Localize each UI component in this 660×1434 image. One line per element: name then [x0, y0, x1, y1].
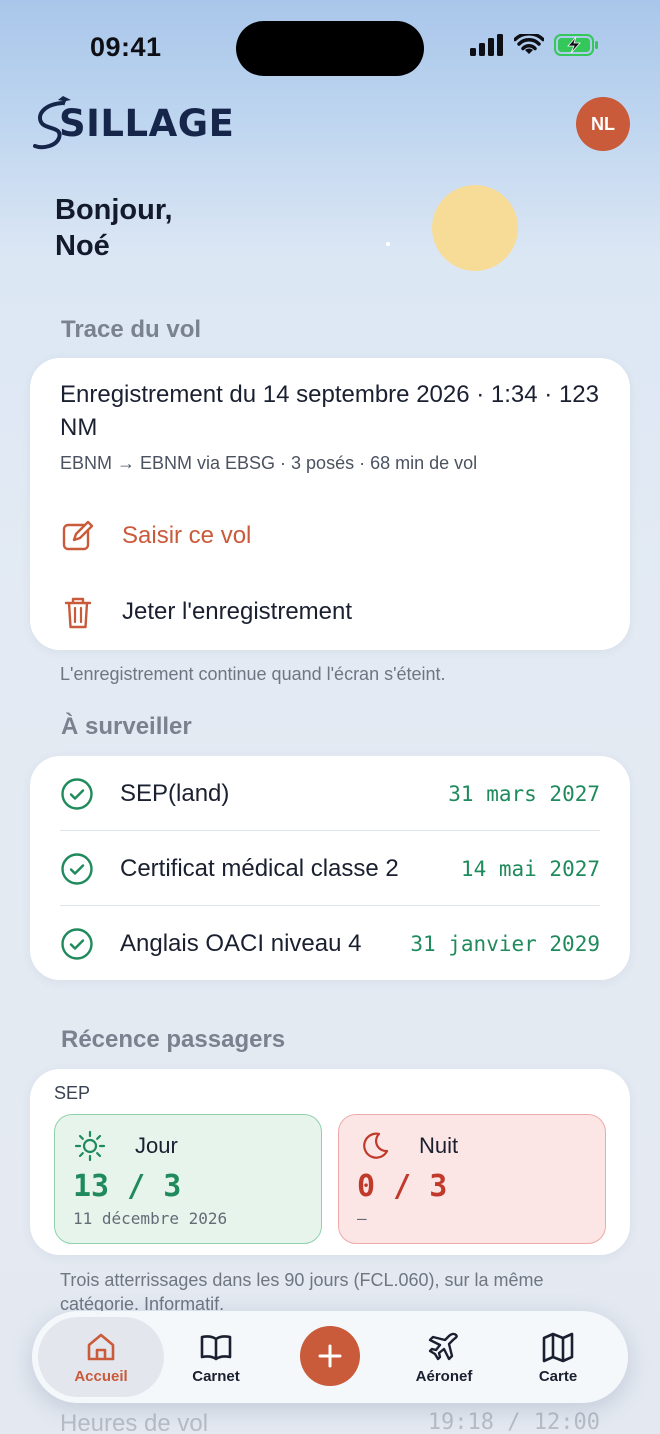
day-value: 13 / 3 — [73, 1169, 182, 1204]
map-icon — [542, 1332, 574, 1362]
tab-home[interactable]: Accueil — [38, 1311, 164, 1403]
tab-home-label: Accueil — [74, 1367, 128, 1385]
check-circle-icon — [61, 852, 93, 885]
avatar[interactable]: NL — [576, 97, 630, 151]
watch-item[interactable]: SEP(land) 31 mars 2027 — [60, 756, 600, 831]
night-value: 0 / 3 — [357, 1169, 448, 1204]
flight-hours-row: Heures de vol 19:18 / 12:00 — [60, 1410, 600, 1434]
airplane-icon — [428, 1332, 458, 1360]
tab-aircraft[interactable]: Aéronef — [388, 1311, 500, 1403]
add-flight-button[interactable] — [300, 1326, 360, 1386]
flight-hours-label: Heures de vol — [60, 1410, 209, 1434]
passengers-note: Trois atterrissages dans les 90 jours (F… — [60, 1270, 544, 1314]
passengers-card: SEP Jour 13 / 3 11 décembre 2026 Nuit 0 … — [30, 1069, 630, 1255]
day-recency-tile[interactable]: Jour 13 / 3 11 décembre 2026 — [54, 1114, 322, 1244]
passengers-category: SEP — [54, 1083, 91, 1103]
status-icons — [470, 34, 600, 56]
sun-icon — [74, 1130, 106, 1162]
tab-aircraft-label: Aéronef — [415, 1367, 473, 1385]
tab-logbook-label: Carnet — [192, 1367, 240, 1385]
greeting-line1: Bonjour, — [55, 194, 173, 226]
home-icon — [87, 1333, 115, 1360]
trash-icon — [60, 594, 96, 630]
enter-flight-label: Saisir ce vol — [122, 522, 252, 549]
day-date: 11 décembre 2026 — [73, 1209, 228, 1228]
watch-item-date: 31 janvier 2029 — [410, 931, 600, 956]
night-label: Nuit — [419, 1133, 459, 1158]
edit-icon — [60, 518, 96, 554]
section-title-trace: Trace du vol — [61, 316, 202, 343]
discard-recording-label: Jeter l'enregistrement — [122, 598, 353, 625]
app-logo: SILLAGE — [33, 94, 234, 152]
watch-item-name: Anglais OACI niveau 4 — [120, 929, 362, 957]
signal-icon — [470, 34, 503, 56]
night-tile-header: Nuit — [357, 1129, 458, 1163]
day-tile-header: Jour — [73, 1129, 178, 1163]
section-title-passengers: Récence passagers — [61, 1026, 286, 1053]
watch-item[interactable]: Anglais OACI niveau 4 31 janvier 2029 — [60, 906, 600, 981]
watch-item-name: SEP(land) — [120, 779, 230, 807]
check-circle-icon — [61, 777, 93, 810]
status-time: 09:41 — [90, 32, 162, 62]
book-icon — [200, 1334, 232, 1360]
day-label: Jour — [135, 1133, 178, 1158]
night-recency-tile[interactable]: Nuit 0 / 3 — — [338, 1114, 606, 1244]
tab-map-label: Carte — [538, 1367, 578, 1385]
tab-bar: Accueil Carnet Aéronef Carte — [32, 1311, 628, 1403]
watch-item-name: Certificat médical classe 2 — [120, 854, 399, 882]
trace-subtitle: EBNM → EBNM via EBSG · 3 posés · 68 min … — [60, 453, 478, 473]
discard-recording-button[interactable]: Jeter l'enregistrement — [60, 594, 352, 630]
check-circle-icon — [61, 927, 93, 960]
dynamic-island — [236, 21, 424, 76]
sky-dot-decoration — [386, 242, 390, 246]
sun-decoration — [432, 185, 518, 271]
enter-flight-button[interactable]: Saisir ce vol — [60, 518, 251, 554]
watch-item[interactable]: Certificat médical classe 2 14 mai 2027 — [60, 831, 600, 906]
flight-hours-value: 19:18 / 12:00 — [427, 1410, 600, 1434]
greeting-name: Noé — [55, 230, 110, 262]
plus-icon — [318, 1344, 342, 1368]
section-title-watch: À surveiller — [61, 713, 192, 740]
recording-note: L'enregistrement continue quand l'écran … — [60, 664, 446, 684]
watch-item-date: 14 mai 2027 — [460, 856, 600, 881]
trace-title: Enregistrement du 14 septembre 2026 · 1:… — [60, 381, 599, 441]
logo-text: SILLAGE — [59, 101, 235, 145]
watch-item-date: 31 mars 2027 — [448, 781, 600, 806]
battery-charging-icon — [554, 34, 598, 56]
night-date: — — [357, 1209, 367, 1228]
tab-logbook[interactable]: Carnet — [162, 1311, 270, 1403]
greeting: Bonjour, Noé — [55, 192, 173, 264]
wifi-icon — [514, 34, 544, 54]
watch-card: SEP(land) 31 mars 2027 Certificat médica… — [30, 756, 630, 980]
moon-icon — [363, 1132, 389, 1159]
tab-map[interactable]: Carte — [502, 1311, 614, 1403]
trace-card: Enregistrement du 14 septembre 2026 · 1:… — [30, 358, 630, 650]
